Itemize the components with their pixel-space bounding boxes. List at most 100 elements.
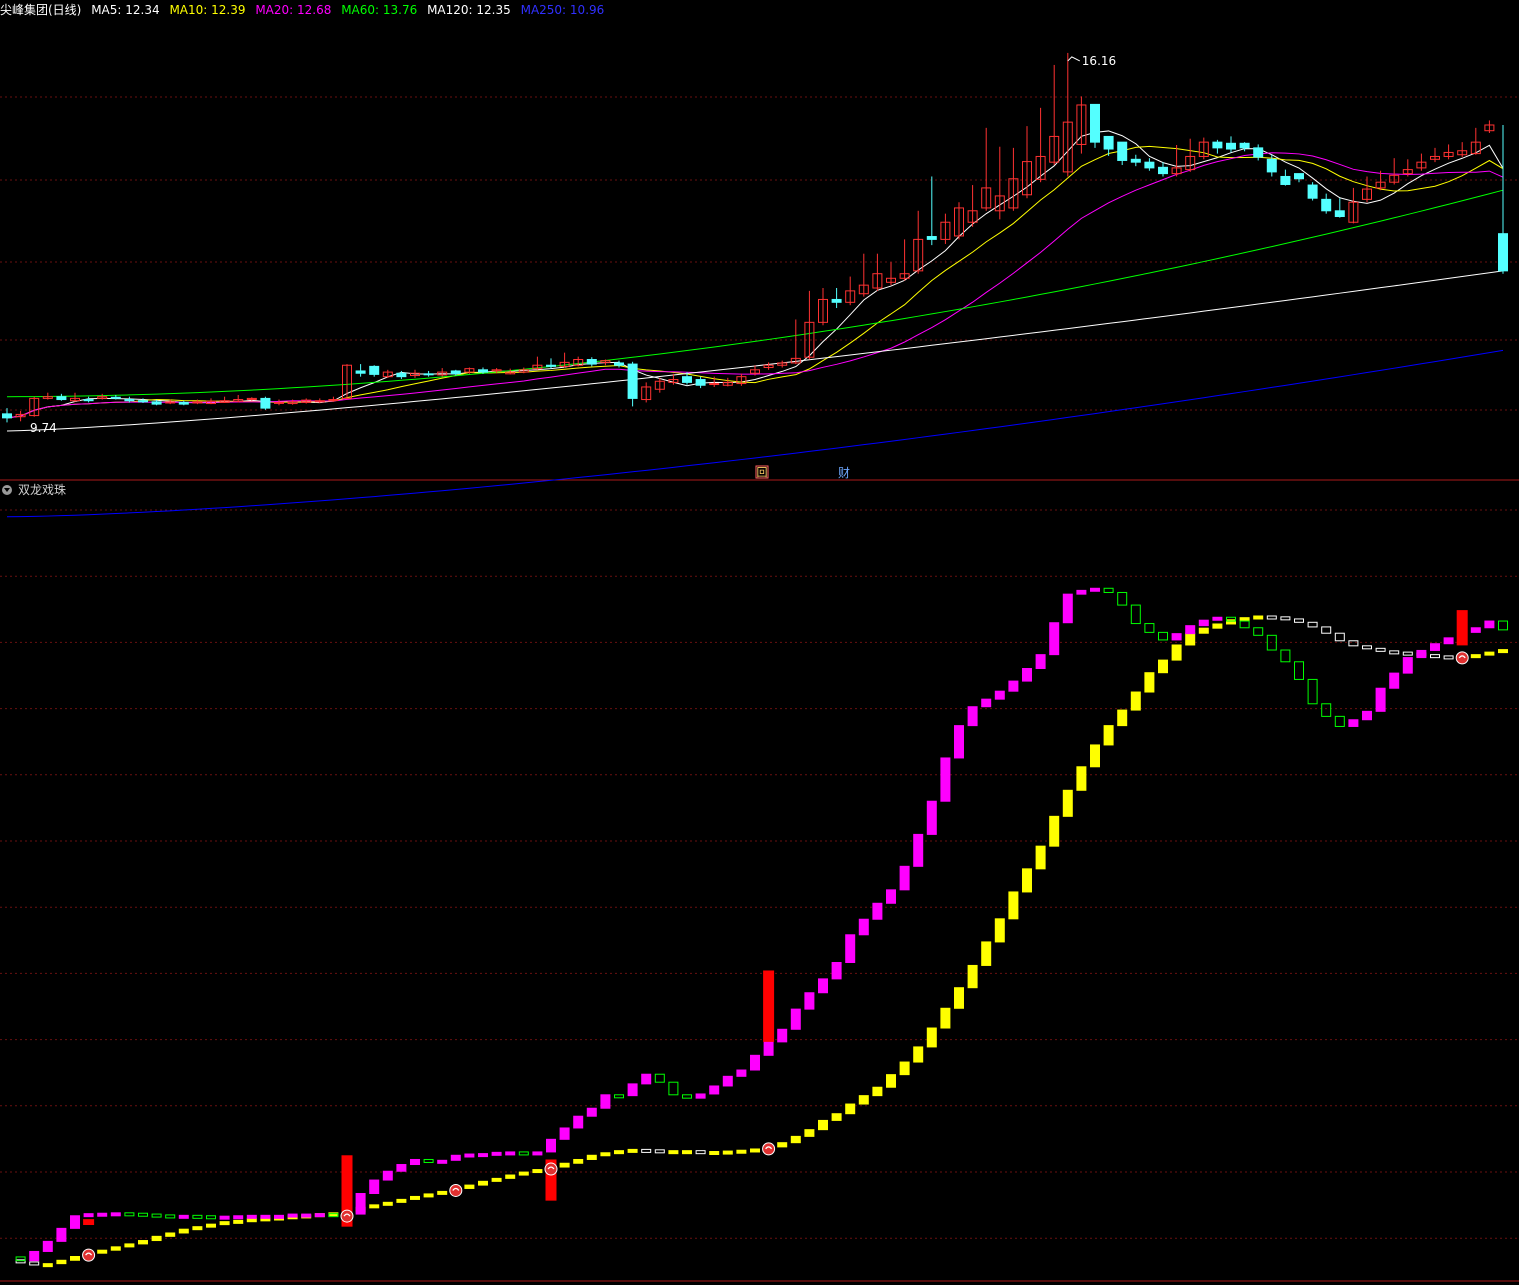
- fast-line-segment: [654, 1073, 665, 1083]
- fast-line-segment: [464, 1153, 475, 1158]
- candle-body: [355, 370, 366, 374]
- fast-line-segment: [1402, 657, 1413, 674]
- fast-line-segment: [1389, 672, 1400, 689]
- fast-line-segment: [219, 1215, 230, 1220]
- fast-line-segment: [872, 902, 883, 920]
- slow-line-segment: [954, 987, 964, 1009]
- candle-body: [1307, 184, 1318, 199]
- slow-line-segment: [1008, 891, 1019, 920]
- candle-body: [1321, 198, 1332, 212]
- slow-line-segment: [1117, 709, 1128, 727]
- slow-line-segment: [1158, 659, 1168, 674]
- fast-line-segment: [967, 706, 978, 727]
- fast-line-segment: [1416, 649, 1427, 659]
- candle-body: [1334, 210, 1345, 218]
- fast-line-segment: [1334, 715, 1345, 727]
- candle-body: [1294, 173, 1304, 180]
- slow-line-segment: [505, 1174, 516, 1179]
- candle-body: [83, 399, 94, 402]
- fast-line-segment: [505, 1151, 516, 1156]
- low-price-label: 9.74: [30, 421, 57, 435]
- slow-line-segment: [1294, 618, 1304, 623]
- fast-line-segment: [627, 1083, 638, 1097]
- fast-line-segment: [355, 1193, 366, 1215]
- candle-body: [110, 396, 121, 399]
- fast-line-segment: [396, 1164, 407, 1172]
- fast-line-segment: [532, 1151, 543, 1156]
- fast-line-segment: [1103, 587, 1114, 593]
- fast-line-segment: [151, 1213, 162, 1218]
- pearl-markers: [82, 651, 1469, 1262]
- chart-canvas[interactable]: 16.16 9.74 回 财: [0, 0, 1519, 1285]
- slow-line-segment: [1321, 626, 1332, 634]
- fast-line-segment: [913, 833, 924, 867]
- slow-line-segment: [614, 1150, 624, 1155]
- slow-line-segment: [478, 1180, 488, 1186]
- fast-line-segment: [124, 1212, 135, 1217]
- fast-line-segment: [42, 1240, 53, 1252]
- candle-body: [1498, 233, 1508, 272]
- fast-line-segment: [736, 1069, 747, 1077]
- slow-line-segment: [532, 1169, 543, 1174]
- event-marker-return[interactable]: 回: [757, 466, 768, 479]
- fast-line-segment: [450, 1154, 461, 1161]
- candle-body: [124, 399, 135, 402]
- candle-body: [1266, 158, 1277, 173]
- fast-line-segment: [777, 1028, 788, 1043]
- signal-bar: [763, 970, 775, 1042]
- event-marker-finance[interactable]: 财: [838, 466, 850, 480]
- slow-line-segment: [1443, 655, 1454, 660]
- candle-body: [1239, 142, 1250, 149]
- candle-body: [1158, 166, 1168, 175]
- slow-line-segment: [151, 1235, 162, 1242]
- slow-line-segment: [1171, 644, 1182, 661]
- slow-line-segment: [70, 1256, 80, 1261]
- grid: [0, 96, 1519, 1282]
- fast-line-segment: [559, 1127, 570, 1140]
- slow-line-segment: [1076, 766, 1087, 791]
- candle-body: [56, 396, 67, 401]
- pearl-icon: [544, 1162, 558, 1176]
- slow-line-segment: [110, 1246, 121, 1251]
- fast-line-segment: [1035, 654, 1046, 670]
- candle-body: [1253, 147, 1264, 158]
- slow-line-segment: [1430, 654, 1440, 659]
- slow-line-segment: [899, 1061, 910, 1076]
- slow-line-segment: [1307, 621, 1318, 628]
- fast-line-segment: [287, 1213, 298, 1218]
- slow-line-segment: [42, 1263, 53, 1268]
- candle-body: [1090, 103, 1100, 143]
- candle-body: [709, 383, 720, 386]
- slow-line-segment: [1498, 649, 1508, 654]
- fast-line-segment: [722, 1075, 733, 1087]
- fast-line-segment: [478, 1153, 488, 1158]
- fast-line-segment: [1294, 661, 1304, 680]
- fast-line-segment: [70, 1215, 80, 1229]
- slow-line-segment: [777, 1142, 788, 1148]
- fast-line-segment: [763, 1041, 774, 1056]
- slow-line-segment: [831, 1113, 842, 1121]
- fast-line-segment: [546, 1138, 556, 1153]
- slow-line-segment: [695, 1150, 706, 1155]
- candle-body: [396, 372, 407, 378]
- slow-line-segment: [178, 1228, 189, 1234]
- fast-line-segment: [206, 1215, 216, 1220]
- slow-line-segment: [423, 1193, 434, 1198]
- fast-line-segment: [1484, 620, 1495, 629]
- slow-line-segment: [573, 1158, 584, 1164]
- fast-line-segment: [1430, 643, 1440, 651]
- candle-body: [1144, 161, 1155, 169]
- fast-line-segment: [818, 978, 828, 994]
- candle-body: [627, 363, 638, 399]
- slow-line-segment: [654, 1149, 665, 1154]
- slow-line-segment: [1144, 672, 1155, 693]
- fast-line-segment: [886, 889, 896, 904]
- slow-line-segment: [709, 1151, 720, 1155]
- fast-line-segment: [1470, 627, 1481, 633]
- fast-line-segment: [682, 1094, 692, 1099]
- slow-line-segment: [1239, 617, 1250, 622]
- fast-line-segment: [491, 1151, 502, 1156]
- slow-line-segment: [138, 1240, 148, 1245]
- slow-line-segment: [491, 1177, 502, 1182]
- slow-line-segment: [1090, 744, 1100, 768]
